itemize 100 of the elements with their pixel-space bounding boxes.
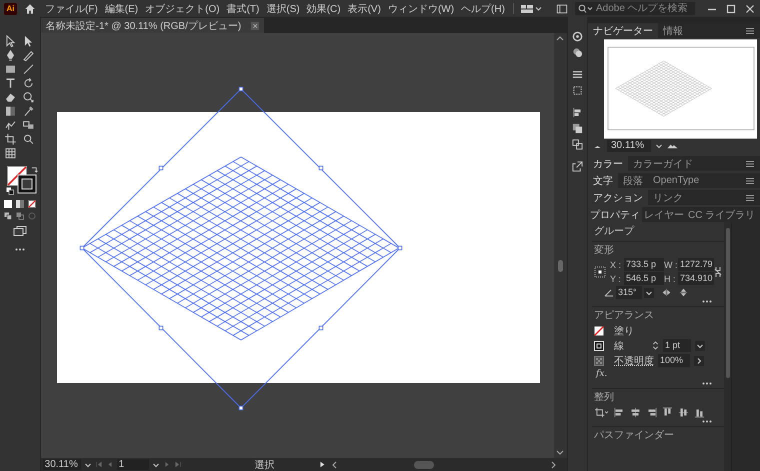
eraser-icon[interactable] [4, 91, 17, 104]
more-options-icon[interactable] [702, 300, 712, 303]
zoom-icon[interactable] [22, 133, 35, 146]
screen-mode-icon[interactable] [12, 226, 27, 236]
align-panel-icon[interactable] [572, 107, 583, 118]
previous-page-icon[interactable] [106, 461, 114, 468]
stroke-swatch[interactable] [594, 340, 604, 350]
y-field[interactable]: 546.5 p [624, 272, 664, 285]
app-logo[interactable]: Ai [4, 2, 17, 14]
align-to-icon[interactable] [594, 406, 609, 418]
angle-field[interactable]: 315° [616, 286, 642, 299]
panel-layout-icon[interactable] [556, 2, 568, 14]
opacity-field[interactable]: 100% [658, 354, 690, 367]
stroke-swatch[interactable] [16, 174, 37, 194]
panel-tab[interactable]: 段落 [618, 173, 648, 188]
tab-close-button[interactable]: × [251, 22, 260, 30]
panel-tab[interactable]: カラー [588, 156, 628, 171]
color-wheel-icon[interactable] [572, 31, 583, 42]
layers-icon[interactable] [572, 139, 583, 150]
scroll-up-icon[interactable] [556, 36, 564, 41]
draw-normal-icon[interactable] [4, 212, 12, 220]
more-options-icon[interactable] [702, 382, 712, 385]
menu-icon[interactable] [746, 178, 754, 184]
align-center-icon[interactable] [630, 406, 641, 418]
link-proportions-icon[interactable] [714, 266, 722, 278]
panel-scrollbar[interactable] [724, 222, 731, 471]
default-colors-icon[interactable] [6, 186, 14, 194]
menu-item[interactable]: 編集(E) [102, 2, 140, 16]
menu-item[interactable]: 効果(C) [304, 2, 343, 16]
eyedropper-icon[interactable] [22, 105, 35, 118]
menu-item[interactable]: 表示(V) [346, 2, 383, 16]
flip-vertical-icon[interactable] [679, 288, 688, 297]
scroll-right-icon[interactable] [550, 460, 556, 468]
draw-behind-icon[interactable] [16, 212, 24, 220]
stroke-weight-field[interactable]: 1 pt [663, 339, 691, 352]
page-field[interactable]: 1 [116, 459, 149, 470]
opacity-icon[interactable] [594, 356, 604, 366]
menu-icon[interactable] [746, 160, 754, 166]
panel-tab[interactable]: 情報 [658, 23, 688, 38]
selection-bounding-box[interactable] [79, 86, 402, 410]
menu-icon[interactable] [746, 194, 754, 200]
flip-horizontal-icon[interactable] [662, 288, 671, 297]
panel-tab[interactable]: リンク [648, 190, 688, 205]
blend-icon[interactable] [22, 119, 35, 132]
scroll-thumb[interactable] [414, 460, 434, 468]
x-field[interactable]: 733.5 p [624, 258, 664, 271]
shape-builder-icon[interactable] [22, 91, 35, 104]
panel-tab[interactable]: カラーガイド [628, 156, 698, 171]
zoom-field[interactable]: 30.11% [42, 459, 81, 470]
reference-point-icon[interactable] [594, 266, 606, 278]
scroll-thumb[interactable] [558, 260, 563, 272]
panel-tab[interactable]: プロパティ [588, 207, 642, 222]
panel-tab[interactable]: レイヤー [642, 207, 686, 222]
menu-item[interactable]: オブジェクト(O) [143, 2, 222, 16]
last-page-icon[interactable] [174, 461, 182, 468]
stepper-icon[interactable] [652, 340, 659, 351]
menu-item[interactable]: 書式(T) [224, 2, 262, 16]
swap-arrow-icon[interactable] [30, 166, 38, 172]
caret-icon[interactable] [644, 288, 654, 298]
stroke-lines-icon[interactable] [572, 69, 583, 80]
scroll-down-icon[interactable] [556, 450, 564, 455]
menu-item[interactable]: ファイル(F) [43, 2, 100, 16]
scroll-left-icon[interactable] [332, 460, 337, 468]
effects-button[interactable]: fx. [596, 368, 608, 381]
export-icon[interactable] [572, 161, 583, 172]
maximize-icon[interactable] [726, 4, 736, 14]
caret-icon[interactable] [695, 340, 705, 350]
color-icon[interactable] [4, 200, 12, 208]
close-icon[interactable] [745, 4, 755, 14]
menu-item[interactable]: ウィンドウ(W) [386, 2, 456, 16]
menu-icon[interactable] [746, 28, 754, 34]
zoom-out-icon[interactable] [592, 143, 603, 149]
menu-item[interactable]: 選択(S) [264, 2, 302, 16]
rectangle-icon[interactable] [4, 63, 17, 76]
navigator-zoom-field[interactable]: 30.11% [607, 140, 651, 152]
transform-icon[interactable] [572, 85, 583, 96]
caret-icon[interactable] [84, 460, 92, 468]
none-swatch-icon[interactable] [28, 200, 36, 208]
more-tools-icon[interactable] [14, 248, 25, 250]
height-field[interactable]: 734.910 [678, 272, 714, 285]
gradient-swatch-icon[interactable] [16, 200, 24, 208]
workspace-switcher-icon[interactable] [520, 4, 542, 14]
panel-tab[interactable]: アクション [588, 190, 648, 205]
zoom-in-icon[interactable] [667, 143, 678, 149]
align-middle-icon[interactable] [678, 406, 689, 418]
menu-item[interactable]: ヘルプ(H) [459, 2, 507, 16]
pathfinder-icon[interactable] [572, 123, 583, 134]
selection-tool-icon[interactable] [4, 35, 17, 48]
caret-icon[interactable] [152, 460, 160, 468]
opacity-label[interactable]: 不透明度 [614, 354, 654, 368]
width-field[interactable]: 1272.79 [678, 258, 714, 271]
home-icon[interactable] [24, 2, 36, 14]
panel-tab[interactable]: CC ライブラリ [686, 207, 758, 222]
gradient-icon[interactable] [4, 105, 17, 118]
play-icon[interactable] [318, 461, 326, 468]
pencil-icon[interactable] [22, 49, 35, 62]
caret-icon[interactable] [655, 142, 663, 150]
rotate-icon[interactable] [22, 77, 35, 90]
panel-tab[interactable]: ナビゲーター [588, 23, 658, 38]
panel-tab[interactable]: 文字 [588, 173, 618, 188]
